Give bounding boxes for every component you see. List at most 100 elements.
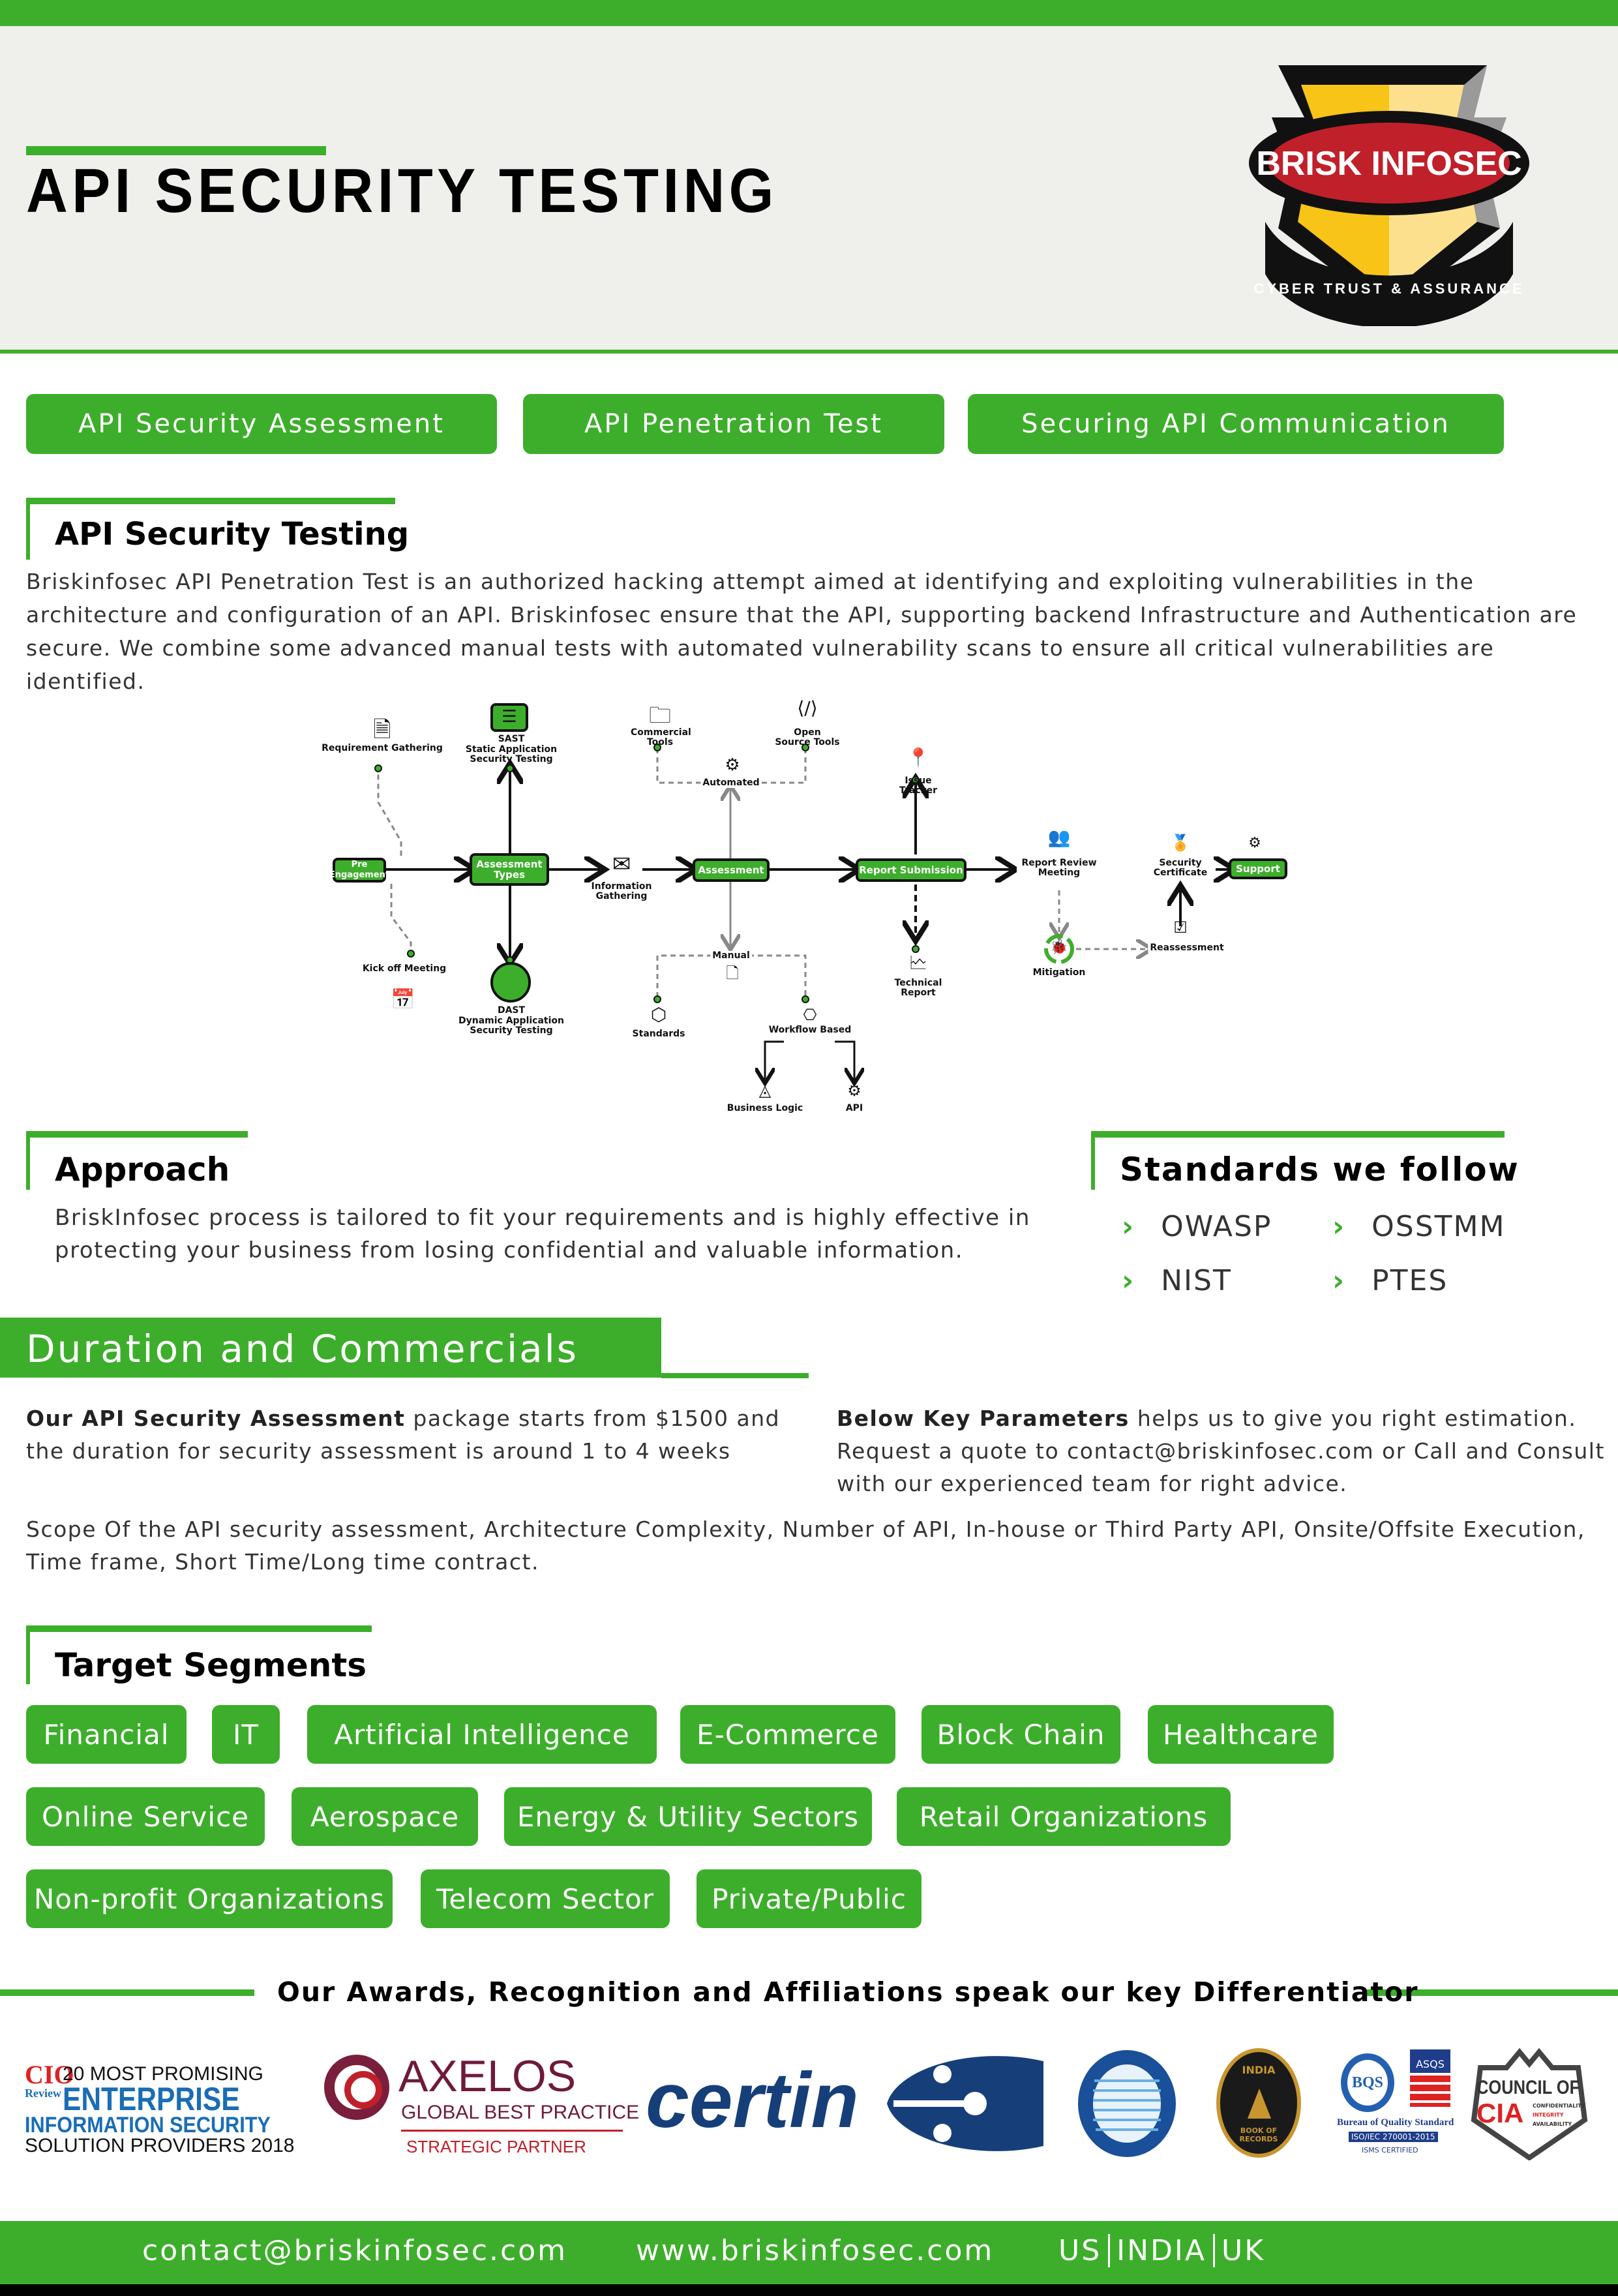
node-assessment: Assessment [693, 858, 770, 882]
bqs-certification: BQS ASQS Bureau of Quality Standard ISO/… [1337, 2049, 1454, 2160]
footer-bottom-strip [0, 2284, 1618, 2296]
segment-e-commerce[interactable]: E-Commerce [680, 1705, 895, 1764]
standard-item: › NIST [1122, 1264, 1232, 1297]
segment-private-public[interactable]: Private/Public [697, 1869, 921, 1928]
cia-line-1: COUNCIL OF [1476, 2077, 1580, 2098]
support-hand-gear-icon: ⚙ [1248, 835, 1261, 851]
label-dast-full: Dynamic Application Security Testing [458, 1016, 565, 1036]
intro-heading: API Security Testing [55, 516, 410, 552]
svg-text:BRISK INFOSEC: BRISK INFOSEC [1256, 145, 1521, 183]
certin-name: certin [646, 2057, 859, 2144]
page-title: API SECURITY TESTING [26, 156, 778, 226]
axelos-divider [401, 2130, 623, 2132]
approach-body: BriskInfosec process is tailored to fit … [55, 1205, 1030, 1263]
segment-retail-organizations[interactable]: Retail Organizations [897, 1787, 1231, 1846]
cio-line-4: SOLUTION PROVIDERS 2018 [25, 2135, 295, 2156]
service-api-security-assessment[interactable]: API Security Assessment [26, 394, 497, 454]
label-technical-report: Technical Report [894, 978, 942, 998]
footer-website-link[interactable]: www.briskinfosec.com [636, 2234, 994, 2267]
bqs-name: BQS [1341, 2053, 1394, 2112]
calendar-icon: 📅 [391, 988, 415, 1011]
segment-label: Artificial Intelligence [334, 1718, 630, 1751]
cio-review-award: CIO Review 20 MOST PROMISING ENTERPRISE … [25, 2058, 305, 2157]
region-us: US [1058, 2234, 1102, 2267]
bug-icon: 🐞 [1050, 939, 1068, 956]
segment-energy-utility[interactable]: Energy & Utility Sectors [504, 1787, 872, 1846]
chevron-right-icon: › [1332, 1210, 1346, 1243]
segment-online-service[interactable]: Online Service [26, 1787, 265, 1846]
segment-non-profit[interactable]: Non-profit Organizations [26, 1869, 393, 1928]
report-chart-icon: 🗠 [908, 952, 928, 973]
duration-right-text: Below Key Parameters helps us to give yo… [837, 1402, 1606, 1500]
awards-line-left [0, 1989, 254, 1996]
chevron-right-icon: › [1122, 1210, 1135, 1243]
diagram-connectors [374, 744, 1304, 1122]
approach-heading-block: Approach [26, 1131, 248, 1190]
asqs-badge: ASQS [1410, 2049, 1450, 2073]
segment-label: Financial [43, 1718, 170, 1751]
chevron-right-icon: › [1332, 1264, 1346, 1297]
council-of-cia-logo: COUNCIL OF CIA CONFIDENTIALITY INTEGRITY… [1467, 2048, 1591, 2160]
standard-item: › OWASP [1122, 1210, 1272, 1243]
document-icon: 🗎 [373, 717, 391, 743]
axelos-sub: GLOBAL BEST PRACTICE [401, 2102, 640, 2123]
api-gear-icon: ⚙ [847, 1081, 861, 1100]
segment-artificial-intelligence[interactable]: Artificial Intelligence [307, 1705, 657, 1764]
label-issue-tracker: Issue Tracker [899, 776, 937, 796]
standards-heading-block: Standards we follow [1091, 1131, 1518, 1190]
svg-text:CYBER TRUST & ASSURANCE: CYBER TRUST & ASSURANCE [1253, 280, 1524, 297]
cia-line-2: CIA [1476, 2098, 1524, 2128]
segment-label: Block Chain [936, 1718, 1105, 1751]
duration-heading: Duration and Commercials [26, 1327, 579, 1371]
manual-document-icon: 🗋 [726, 964, 739, 982]
label-requirement-gathering: Requirement Gathering [322, 743, 443, 753]
segment-block-chain[interactable]: Block Chain [921, 1705, 1120, 1764]
bqs-iso: ISO/IEC 270001-2015 [1349, 2132, 1438, 2142]
certin-logo: certin [646, 2048, 1050, 2159]
asqs-stripes [1410, 2076, 1450, 2107]
node-report-submission: Report Submission [856, 858, 966, 882]
certin-node-icon [887, 2056, 1043, 2151]
segment-healthcare[interactable]: Healthcare [1148, 1705, 1334, 1764]
ibr-arrow-icon [1248, 2089, 1271, 2119]
label-api: API [845, 1103, 863, 1113]
standard-label: PTES [1371, 1264, 1448, 1297]
bqs-full: Bureau of Quality Standard [1337, 2117, 1454, 2128]
approach-heading: Approach [55, 1151, 230, 1188]
segment-aerospace[interactable]: Aerospace [292, 1787, 478, 1846]
location-pin-icon: 📍 [906, 747, 930, 768]
service-label: Securing API Communication [1021, 409, 1450, 439]
segment-label: Energy & Utility Sectors [517, 1800, 860, 1833]
title-accent-bar [26, 146, 326, 155]
duration-left-bold: Our API Security Assessment [26, 1406, 406, 1431]
duration-right-bold: Below Key Parameters [837, 1406, 1130, 1431]
service-api-penetration-test[interactable]: API Penetration Test [523, 394, 944, 454]
segment-label: Non-profit Organizations [33, 1882, 385, 1915]
footer-email-link[interactable]: contact@briskinfosec.com [142, 2234, 567, 2267]
segment-financial[interactable]: Financial [26, 1705, 187, 1764]
hero-divider [0, 350, 1618, 354]
shield-logo-icon: BRISK INFOSEC CYBER TRUST & ASSURANCE [1249, 65, 1529, 328]
india-book-of-records-seal: INDIA BOOK OF RECORDS [1216, 2048, 1301, 2158]
segment-label: E-Commerce [697, 1718, 879, 1751]
ibr-bottom: BOOK OF RECORDS [1239, 2126, 1278, 2143]
cia-integrity: INTEGRITY [1533, 2112, 1564, 2118]
label-automated: Automated [700, 778, 762, 788]
region-separator [1213, 2234, 1215, 2267]
segments-heading-block: Target Segments [26, 1625, 372, 1684]
segment-telecom[interactable]: Telecom Sector [421, 1869, 670, 1928]
business-logic-icon: ◬ [758, 1081, 772, 1100]
region-india: INDIA [1116, 2234, 1206, 2267]
segments-heading: Target Segments [55, 1646, 367, 1684]
cubes-icon: ⬡ [650, 1004, 667, 1025]
service-securing-api-communication[interactable]: Securing API Communication [968, 394, 1504, 454]
service-label: API Penetration Test [584, 409, 883, 439]
code-file-icon: ⟨/⟩ [797, 697, 818, 719]
segment-label: Retail Organizations [919, 1800, 1208, 1833]
node-pre-engagement: Pre Engagement [329, 858, 389, 883]
axelos-logo: AXELOS GLOBAL BEST PRACTICE STRATEGIC PA… [323, 2048, 639, 2159]
label-reassessment: Reassessment [1148, 943, 1226, 953]
axelos-swirl-icon [324, 2055, 389, 2120]
segment-it[interactable]: IT [212, 1705, 280, 1764]
label-mitigation: Mitigation [1032, 967, 1086, 978]
